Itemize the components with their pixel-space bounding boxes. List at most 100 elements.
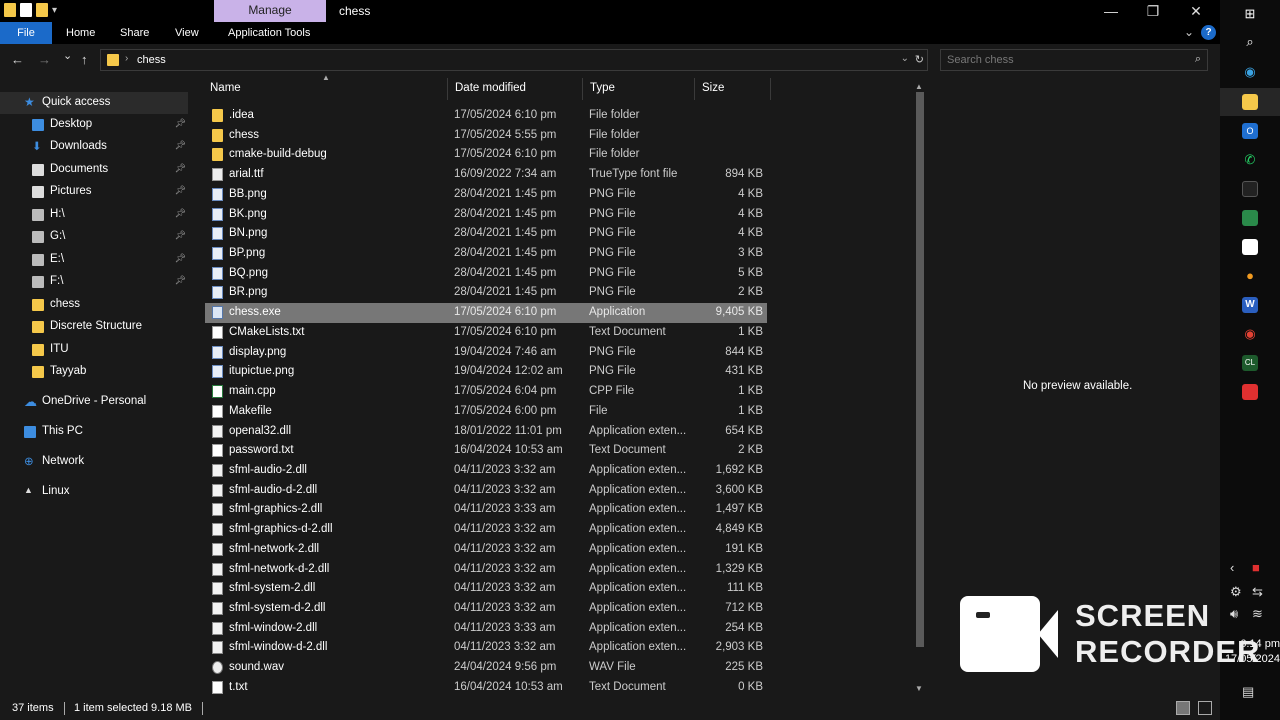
minimize-button[interactable]: —: [1101, 2, 1121, 20]
manage-contextual-tab[interactable]: Manage: [214, 0, 326, 22]
tab-share[interactable]: Share: [110, 22, 159, 44]
file-row[interactable]: sfml-system-2.dll 04/11/2023 3:32 am Appli…: [205, 579, 767, 599]
sidebar-item-downloads[interactable]: ⬇ Downloads 📌︎: [0, 136, 188, 158]
file-row[interactable]: display.png 19/04/2024 7:46 am PNG File 844…: [205, 343, 767, 363]
scrollbar-thumb[interactable]: [916, 92, 924, 647]
sidebar-item-g[interactable]: G:\ 📌︎: [0, 226, 188, 248]
search-icon[interactable]: ⌕: [1242, 34, 1258, 50]
file-row[interactable]: CMakeLists.txt 17/05/2024 6:10 pm Text Doc…: [205, 323, 767, 343]
scroll-down-icon[interactable]: ▼: [915, 684, 923, 693]
refresh-icon[interactable]: ↻: [915, 53, 924, 66]
search-icon[interactable]: ⌕: [1195, 53, 1201, 66]
file-explorer-icon[interactable]: [1242, 94, 1258, 110]
outlook-icon[interactable]: O: [1242, 123, 1258, 139]
file-row[interactable]: sfml-window-d-2.dll 04/11/2023 3:32 am App…: [205, 638, 767, 658]
sidebar-item-e[interactable]: E:\ 📌︎: [0, 249, 188, 271]
column-header-size[interactable]: Size: [695, 78, 771, 100]
recorder-tray-icon[interactable]: ■: [1252, 560, 1260, 575]
file-row[interactable]: main.cpp 17/05/2024 6:04 pm CPP File 1 KB: [205, 382, 767, 402]
file-row[interactable]: password.txt 16/04/2024 10:53 am Text Docu…: [205, 441, 767, 461]
sidebar-item-linux[interactable]: ▲ Linux: [0, 481, 188, 503]
breadcrumb-path[interactable]: chess: [137, 54, 166, 66]
chrome-icon[interactable]: ◉: [1242, 326, 1258, 342]
sidebar-item-onedrive-personal[interactable]: ☁ OneDrive - Personal: [0, 391, 188, 413]
details-view-icon[interactable]: [1176, 701, 1190, 715]
file-row[interactable]: Makefile 17/05/2024 6:00 pm File 1 KB: [205, 402, 767, 422]
tab-view[interactable]: View: [165, 22, 209, 44]
file-row[interactable]: BB.png 28/04/2021 1:45 pm PNG File 4 KB: [205, 185, 767, 205]
file-row[interactable]: sfml-audio-d-2.dll 04/11/2023 3:32 am Appl…: [205, 481, 767, 501]
restore-button[interactable]: ❐: [1143, 2, 1163, 20]
back-button[interactable]: ←: [11, 52, 24, 67]
sidebar-item-itu[interactable]: ITU: [0, 339, 188, 361]
help-icon[interactable]: ?: [1201, 25, 1216, 40]
clion-icon[interactable]: CL: [1242, 355, 1258, 371]
file-row[interactable]: itupictue.png 19/04/2024 12:02 am PNG File…: [205, 362, 767, 382]
folder-icon[interactable]: [4, 3, 16, 17]
close-button[interactable]: ✕: [1186, 2, 1206, 20]
file-row[interactable]: sfml-system-d-2.dll 04/11/2023 3:32 am App…: [205, 599, 767, 619]
file-row[interactable]: .idea 17/05/2024 6:10 pm File folder: [205, 106, 767, 126]
up-button[interactable]: ↑: [81, 52, 88, 67]
sidebar-item-tayyab[interactable]: Tayyab: [0, 361, 188, 383]
column-divider[interactable]: [770, 78, 771, 100]
sheets-icon[interactable]: [1242, 210, 1258, 226]
sidebar-item-chess[interactable]: chess: [0, 294, 188, 316]
file-row[interactable]: t.txt 16/04/2024 10:53 am Text Document 0 K…: [205, 678, 767, 698]
whatsapp-icon[interactable]: ✆: [1242, 152, 1258, 168]
file-row[interactable]: openal32.dll 18/01/2022 11:01 pm Applicati…: [205, 422, 767, 442]
large-icons-view-icon[interactable]: [1198, 701, 1212, 715]
sidebar-item-pictures[interactable]: Pictures 📌︎: [0, 181, 188, 203]
sidebar-item-h[interactable]: H:\ 📌︎: [0, 204, 188, 226]
column-header-date[interactable]: Date modified: [448, 78, 583, 100]
app-icon[interactable]: ●: [1242, 268, 1258, 284]
sidebar-item-discrete-structure[interactable]: Discrete Structure: [0, 316, 188, 338]
app-icon[interactable]: [1242, 181, 1258, 197]
tab-file[interactable]: File: [0, 22, 52, 44]
file-row[interactable]: BN.png 28/04/2021 1:45 pm PNG File 4 KB: [205, 224, 767, 244]
edge-icon[interactable]: ◉: [1242, 64, 1258, 80]
file-row[interactable]: arial.ttf 16/09/2022 7:34 am TrueType font…: [205, 165, 767, 185]
file-row[interactable]: BP.png 28/04/2021 1:45 pm PNG File 3 KB: [205, 244, 767, 264]
file-row[interactable]: chess 17/05/2024 5:55 pm File folder: [205, 126, 767, 146]
file-row[interactable]: sfml-network-2.dll 04/11/2023 3:32 am Appl…: [205, 540, 767, 560]
windows-start-icon[interactable]: ⊞: [1242, 6, 1258, 22]
sidebar-item-network[interactable]: ⊕ Network: [0, 451, 188, 473]
sidebar-item-this-pc[interactable]: This PC: [0, 421, 188, 443]
search-input[interactable]: Search chess ⌕: [940, 49, 1208, 71]
file-row[interactable]: sfml-window-2.dll 04/11/2023 3:33 am Appli…: [205, 619, 767, 639]
new-folder-icon[interactable]: [36, 3, 48, 17]
sidebar-item-quick-access[interactable]: ★ Quick access: [0, 92, 188, 114]
forward-button[interactable]: →: [38, 52, 51, 67]
file-row[interactable]: sound.wav 24/04/2024 9:56 pm WAV File 225 K…: [205, 658, 767, 678]
customize-toolbar-icon[interactable]: ▾: [52, 5, 57, 16]
file-row[interactable]: BK.png 28/04/2021 1:45 pm PNG File 4 KB: [205, 205, 767, 225]
show-hidden-icons-chevron-icon[interactable]: ‹: [1230, 560, 1234, 575]
recorder-app-icon[interactable]: [1242, 384, 1258, 400]
scroll-up-icon[interactable]: ▲: [915, 82, 923, 91]
breadcrumb-chevron-icon[interactable]: ›: [125, 53, 128, 64]
column-header-type[interactable]: Type: [583, 78, 695, 100]
file-row[interactable]: cmake-build-debug 17/05/2024 6:10 pm File …: [205, 145, 767, 165]
expand-ribbon-icon[interactable]: ⌄: [1184, 25, 1194, 39]
file-row[interactable]: sfml-network-d-2.dll 04/11/2023 3:32 am Ap…: [205, 560, 767, 580]
file-row[interactable]: sfml-graphics-2.dll 04/11/2023 3:33 am App…: [205, 500, 767, 520]
file-row[interactable]: BR.png 28/04/2021 1:45 pm PNG File 2 KB: [205, 283, 767, 303]
tab-application-tools[interactable]: Application Tools: [218, 22, 320, 44]
file-row[interactable]: sfml-audio-2.dll 04/11/2023 3:32 am Applic…: [205, 461, 767, 481]
file-row[interactable]: BQ.png 28/04/2021 1:45 pm PNG File 5 KB: [205, 264, 767, 284]
address-bar[interactable]: › chess ⌄ ↻: [100, 49, 928, 71]
sidebar-item-documents[interactable]: Documents 📌︎: [0, 159, 188, 181]
address-dropdown-icon[interactable]: ⌄: [901, 53, 909, 64]
store-icon[interactable]: [1242, 239, 1258, 255]
recent-locations-button[interactable]: ⌄: [63, 49, 72, 62]
sidebar-item-f[interactable]: F:\ 📌︎: [0, 271, 188, 293]
vertical-scrollbar[interactable]: ▲ ▼: [913, 82, 927, 694]
word-icon[interactable]: W: [1242, 297, 1258, 313]
sidebar-item-desktop[interactable]: Desktop 📌︎: [0, 114, 188, 136]
properties-icon[interactable]: [20, 3, 32, 17]
tab-home[interactable]: Home: [56, 22, 105, 44]
file-row[interactable]: chess.exe 17/05/2024 6:10 pm Application 9,…: [205, 303, 767, 323]
notifications-icon[interactable]: ▤: [1242, 684, 1254, 700]
file-row[interactable]: sfml-graphics-d-2.dll 04/11/2023 3:32 am A…: [205, 520, 767, 540]
